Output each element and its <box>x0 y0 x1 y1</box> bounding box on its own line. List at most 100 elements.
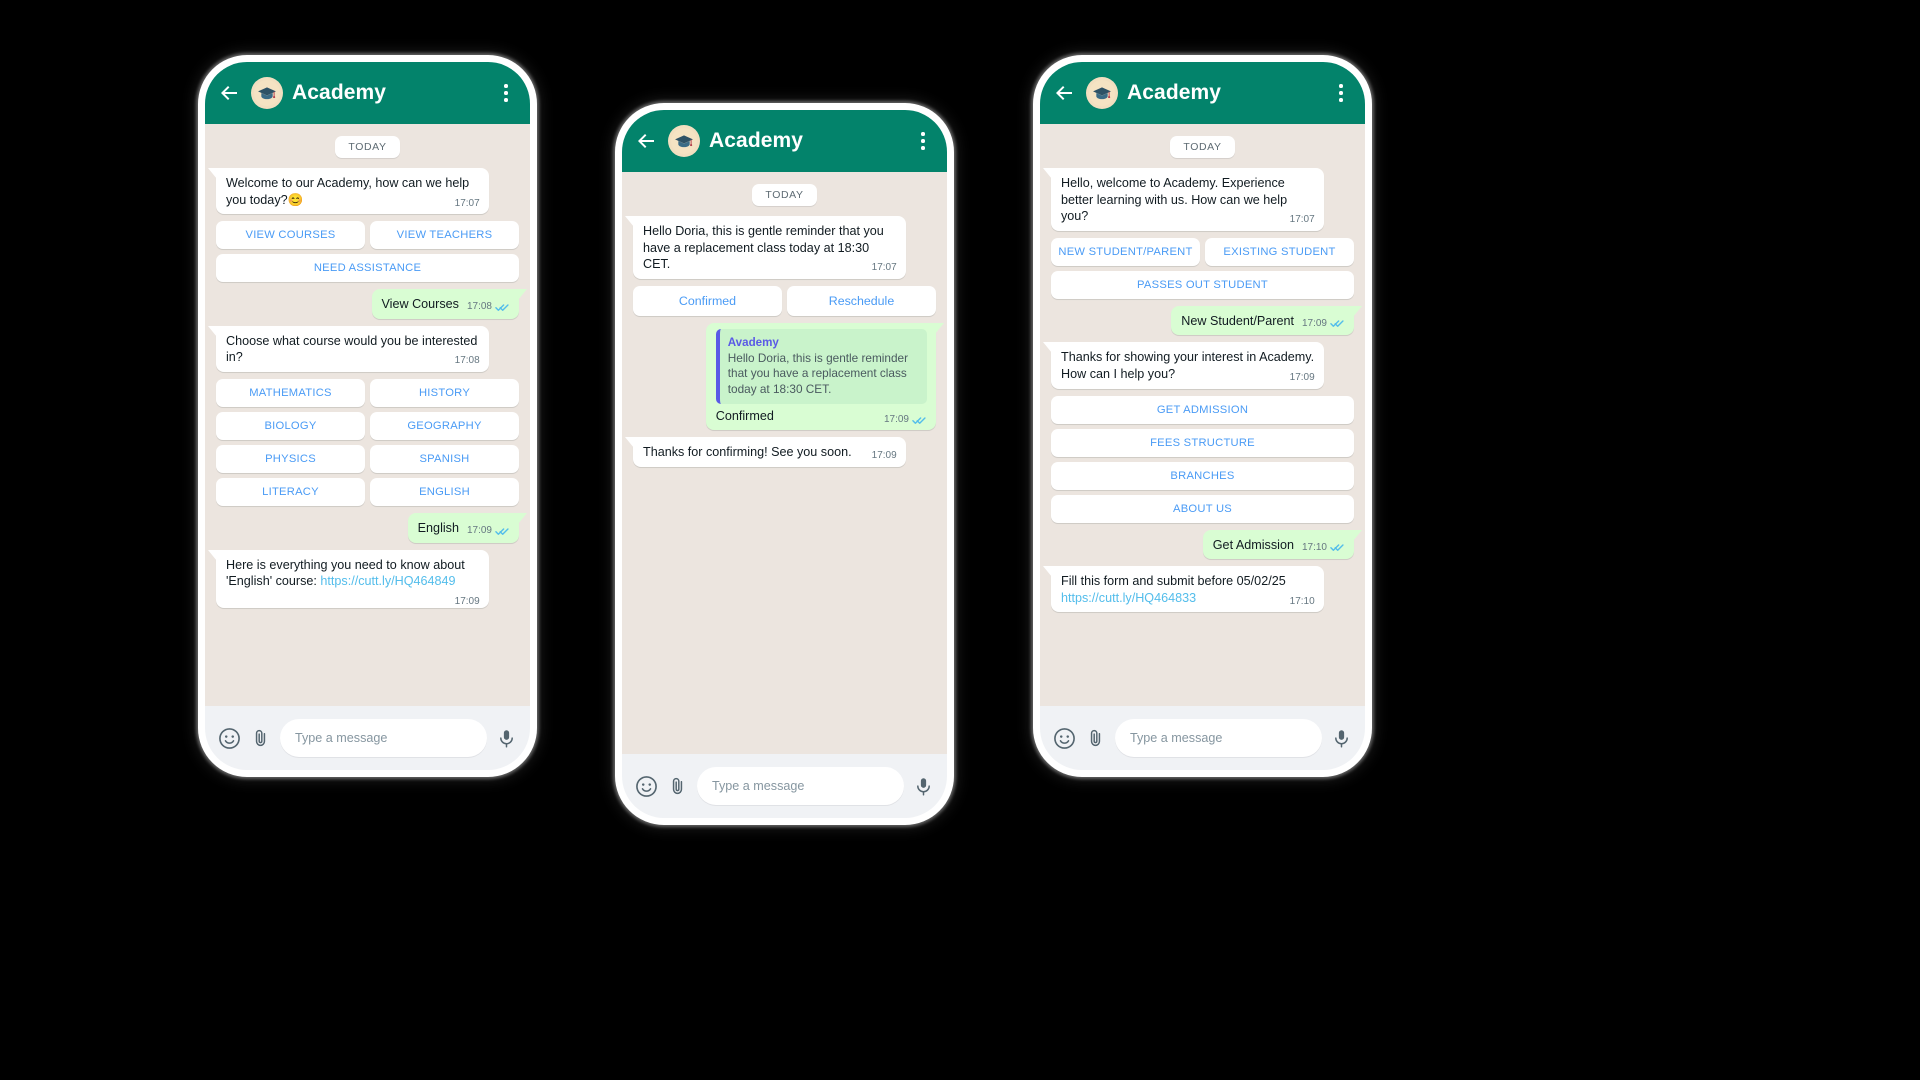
message-meta: 17:08 <box>455 356 480 366</box>
chat-body-3[interactable]: TODAY Hello, welcome to Academy. Experie… <box>1040 124 1365 706</box>
message-meta: 17:09 <box>467 526 510 537</box>
quick-reply-view-teachers[interactable]: VIEW TEACHERS <box>370 221 519 250</box>
message-row: Thanks for confirming! See you soon. 17:… <box>625 437 936 468</box>
message-input-2[interactable]: Type a message <box>697 767 904 805</box>
day-divider-chip: TODAY <box>335 136 400 158</box>
message-row: Choose what course would you be interest… <box>208 325 519 373</box>
graduation-cap-avatar[interactable] <box>251 77 283 109</box>
quick-reply-history[interactable]: HISTORY <box>370 379 519 408</box>
form-link[interactable]: https://cutt.ly/HQ464833 <box>1061 591 1196 605</box>
chat-body-2[interactable]: TODAY Hello Doria, this is gentle remind… <box>622 172 947 754</box>
kebab-menu-icon[interactable] <box>496 81 516 105</box>
quick-reply-biology[interactable]: BIOLOGY <box>216 412 365 441</box>
incoming-bubble: Thanks for showing your interest in Acad… <box>1043 342 1324 389</box>
composer-bar-3: Type a message <box>1040 706 1365 770</box>
message-meta: 17:07 <box>454 197 480 209</box>
screenshot-stage: Academy TODAY Welcome to our Academy, ho… <box>0 0 1920 1080</box>
paperclip-icon[interactable] <box>1085 728 1106 749</box>
kebab-menu-icon[interactable] <box>913 129 933 153</box>
message-row: Hello, welcome to Academy. Experience be… <box>1043 168 1354 231</box>
course-link[interactable]: https://cutt.ly/HQ464849 <box>320 574 455 588</box>
message-text: Confirmed <box>715 408 774 423</box>
quick-reply-mathematics[interactable]: MATHEMATICS <box>216 379 365 408</box>
emoji-smiley-icon[interactable] <box>635 775 658 798</box>
phone-mockup-3: Academy TODAY Hello, welcome to Academy.… <box>1040 62 1365 770</box>
timestamp: 17:07 <box>454 197 480 209</box>
quick-reply-new-student-parent[interactable]: NEW STUDENT/PARENT <box>1051 237 1200 266</box>
page-title: Academy <box>1127 81 1222 104</box>
quick-reply-physics[interactable]: PHYSICS <box>216 445 365 474</box>
message-row: New Student/Parent 17:09 <box>1051 305 1362 336</box>
day-divider-chip: TODAY <box>1170 136 1235 158</box>
quick-reply-view-courses[interactable]: VIEW COURSES <box>216 221 365 250</box>
quick-reply-fees-structure[interactable]: FEES STRUCTURE <box>1051 428 1354 457</box>
message-meta: 17:08 <box>467 302 510 313</box>
page-title: Academy <box>292 81 387 104</box>
day-divider-chip: TODAY <box>752 184 817 206</box>
paperclip-icon[interactable] <box>250 728 271 749</box>
kebab-menu-icon[interactable] <box>1331 81 1351 105</box>
message-row: Hello Doria, this is gentle reminder tha… <box>625 216 936 279</box>
back-arrow-icon[interactable] <box>217 81 241 105</box>
message-text: Hello Doria, this is gentle reminder tha… <box>643 224 884 272</box>
message-meta: 17:09 <box>872 451 897 461</box>
microphone-icon[interactable] <box>913 776 934 797</box>
page-title: Academy <box>709 129 804 152</box>
message-input-1[interactable]: Type a message <box>280 719 487 757</box>
double-check-icon <box>1330 318 1345 329</box>
timestamp: 17:07 <box>871 262 897 274</box>
quick-reply-get-admission[interactable]: GET ADMISSION <box>1051 395 1354 424</box>
graduation-cap-avatar[interactable] <box>668 125 700 157</box>
microphone-icon[interactable] <box>1331 728 1352 749</box>
quick-reply-english[interactable]: ENGLISH <box>370 478 519 507</box>
quick-reply-geography[interactable]: GEOGRAPHY <box>370 412 519 441</box>
timestamp: 17:09 <box>466 525 492 537</box>
message-input-placeholder: Type a message <box>1130 731 1223 745</box>
double-check-icon <box>495 302 510 313</box>
back-arrow-icon[interactable] <box>1052 81 1076 105</box>
paperclip-icon[interactable] <box>667 776 688 797</box>
message-row: View Courses 17:08 <box>216 289 527 319</box>
message-meta: 17:10 <box>1289 595 1315 607</box>
quick-reply-branches[interactable]: BRANCHES <box>1051 461 1354 490</box>
timestamp: 17:09 <box>883 414 909 426</box>
message-input-3[interactable]: Type a message <box>1115 719 1322 757</box>
course-button-group: MATHEMATICS HISTORY BIOLOGY GEOGRAPHY PH… <box>216 379 519 507</box>
message-meta: 17:09 <box>884 415 927 426</box>
quick-reply-spanish[interactable]: SPANISH <box>370 445 519 474</box>
outgoing-bubble: Get Admission 17:10 <box>1202 529 1363 560</box>
quick-reply-group: Confirmed Reschedule <box>633 285 936 316</box>
quick-reply-about-us[interactable]: ABOUT US <box>1051 494 1354 523</box>
timestamp: 17:07 <box>1289 214 1315 226</box>
incoming-bubble: Thanks for confirming! See you soon. 17:… <box>625 437 906 468</box>
quick-reply-need-assistance[interactable]: NEED ASSISTANCE <box>216 254 519 283</box>
message-text: New Student/Parent <box>1181 313 1294 328</box>
chat-header-1: Academy <box>205 62 530 124</box>
message-text: Choose what course would you be interest… <box>226 333 478 365</box>
quick-reply-existing-student[interactable]: EXISTING STUDENT <box>1205 237 1354 266</box>
quoted-message[interactable]: Avademy Hello Doria, this is gentle remi… <box>715 328 927 404</box>
emoji-smiley-icon[interactable] <box>1053 727 1076 750</box>
message-text: Get Admission <box>1212 537 1294 552</box>
quick-reply-reschedule[interactable]: Reschedule <box>787 285 936 316</box>
message-meta: 17:07 <box>1290 215 1315 225</box>
quoted-text: Hello Doria, this is gentle reminder tha… <box>727 350 909 396</box>
message-input-placeholder: Type a message <box>295 731 388 745</box>
timestamp: 17:09 <box>1289 372 1315 384</box>
emoji-smiley-icon[interactable] <box>218 727 241 750</box>
message-text: Welcome to our Academy, how can we help … <box>226 176 470 207</box>
graduation-cap-avatar[interactable] <box>1086 77 1118 109</box>
quick-reply-confirmed[interactable]: Confirmed <box>633 285 782 316</box>
quick-reply-passes-out-student[interactable]: PASSES OUT STUDENT <box>1051 270 1354 299</box>
incoming-bubble: Choose what course would you be interest… <box>208 325 489 373</box>
timestamp: 17:10 <box>1289 595 1315 607</box>
message-row: Avademy Hello Doria, this is gentle remi… <box>633 322 945 431</box>
back-arrow-icon[interactable] <box>634 129 658 153</box>
chat-body-1[interactable]: TODAY Welcome to our Academy, how can we… <box>205 124 530 706</box>
day-divider-wrap: TODAY <box>1051 136 1354 158</box>
microphone-icon[interactable] <box>496 728 517 749</box>
message-meta: 17:10 <box>1302 542 1345 553</box>
timestamp: 17:08 <box>454 355 480 367</box>
message-row: Thanks for showing your interest in Acad… <box>1043 342 1354 389</box>
quick-reply-literacy[interactable]: LITERACY <box>216 478 365 507</box>
